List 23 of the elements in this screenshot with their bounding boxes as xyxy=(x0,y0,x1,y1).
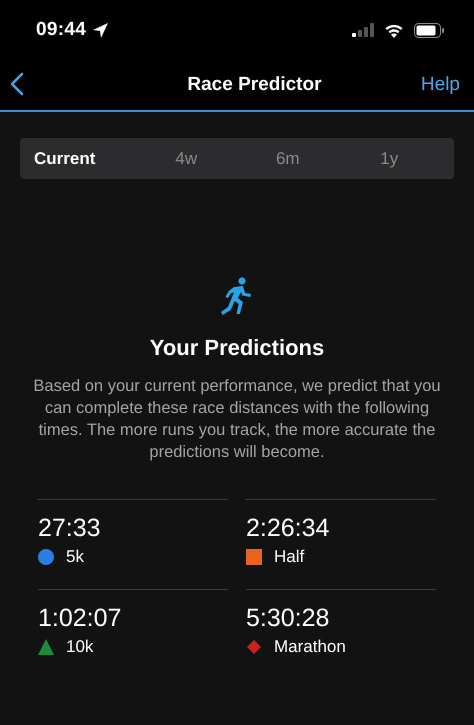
race-distance: 5k xyxy=(66,547,84,567)
predicted-time: 2:26:34 xyxy=(246,514,330,542)
description: Based on your current performance, we predict that you can complete these race distances with the following times. The more runs you track, the more accurate the predictions will become. xyxy=(32,376,442,463)
battery-icon xyxy=(414,22,444,38)
signal-icon xyxy=(352,23,374,37)
section-title: Your Predictions xyxy=(150,335,324,361)
page-title: Race Predictor xyxy=(186,74,323,96)
period-tab[interactable]: 4w xyxy=(136,142,237,174)
race-distance: Half xyxy=(274,547,304,567)
location-arrow-icon xyxy=(92,22,110,38)
predicted-time: 5:30:28 xyxy=(246,604,330,632)
period-tab[interactable]: Current xyxy=(34,142,136,174)
period-tab[interactable]: 1y xyxy=(338,142,440,174)
predicted-time: 1:02:07 xyxy=(38,604,122,632)
wifi-icon xyxy=(384,22,404,38)
period-tab[interactable]: 6m xyxy=(237,142,338,174)
help-link[interactable]: Help xyxy=(420,74,460,96)
runner-icon xyxy=(220,277,254,315)
predicted-time: 27:33 xyxy=(38,514,102,542)
clock-time: 09:44 xyxy=(36,19,86,41)
race-distance: 10k xyxy=(66,637,94,657)
back-chevron-icon xyxy=(10,72,24,96)
race-distance: Marathon xyxy=(274,637,346,657)
